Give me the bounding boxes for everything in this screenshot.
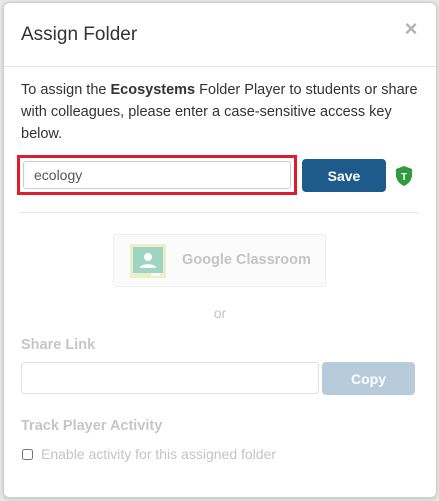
intro-text: To assign the Ecosystems Folder Player t…	[21, 79, 421, 145]
google-classroom-button[interactable]: Google Classroom	[113, 234, 326, 287]
access-key-highlight	[17, 155, 297, 195]
shield-letter: T	[401, 172, 407, 183]
assign-folder-modal: Assign Folder × To assign the Ecosystems…	[3, 2, 437, 498]
or-separator: or	[213, 305, 227, 321]
modal-header: Assign Folder ×	[4, 3, 436, 67]
enable-activity-label[interactable]: Enable activity for this assigned folder	[41, 446, 276, 462]
enable-activity-row[interactable]: Enable activity for this assigned folder	[22, 445, 276, 463]
intro-prefix: To assign the	[21, 82, 111, 98]
copy-button[interactable]: Copy	[322, 362, 415, 395]
modal-title: Assign Folder	[21, 24, 138, 45]
access-key-input[interactable]	[23, 161, 291, 189]
divider	[20, 212, 419, 213]
share-link-input[interactable]	[21, 362, 319, 394]
close-icon[interactable]: ×	[400, 18, 422, 40]
share-link-label: Share Link	[21, 337, 96, 353]
google-classroom-icon	[130, 244, 166, 278]
shield-icon: T	[396, 166, 412, 186]
save-button[interactable]: Save	[302, 159, 386, 192]
folder-name: Ecosystems	[110, 82, 196, 98]
google-classroom-label: Google Classroom	[182, 252, 311, 268]
track-activity-label: Track Player Activity	[21, 418, 163, 434]
enable-activity-checkbox[interactable]	[22, 448, 33, 460]
